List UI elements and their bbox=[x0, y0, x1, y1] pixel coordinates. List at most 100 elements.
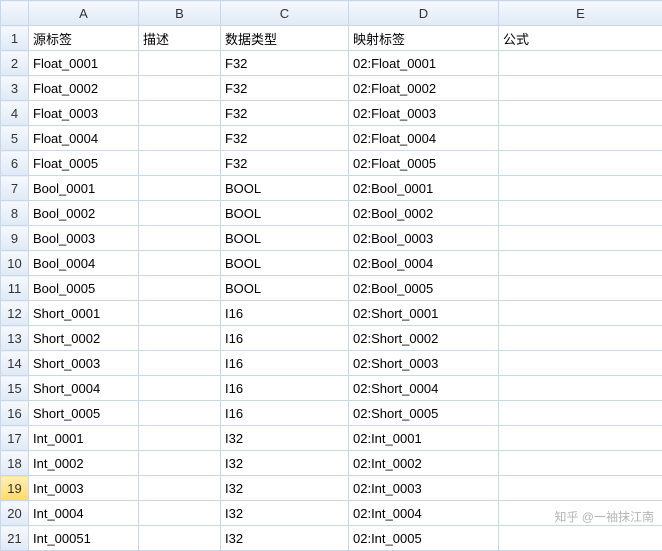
row-header[interactable]: 18 bbox=[1, 451, 29, 476]
cell-C[interactable]: I32 bbox=[221, 476, 349, 501]
cell-E[interactable] bbox=[499, 126, 662, 151]
cell-D[interactable]: 02:Short_0003 bbox=[349, 351, 499, 376]
cell-D[interactable]: 02:Short_0005 bbox=[349, 401, 499, 426]
cell-D[interactable]: 02:Short_0004 bbox=[349, 376, 499, 401]
cell-B[interactable] bbox=[139, 451, 221, 476]
cell-D[interactable]: 02:Int_0001 bbox=[349, 426, 499, 451]
row-header[interactable]: 16 bbox=[1, 401, 29, 426]
cell-E[interactable] bbox=[499, 76, 662, 101]
cell-D[interactable]: 02:Bool_0001 bbox=[349, 176, 499, 201]
cell-C[interactable]: BOOL bbox=[221, 176, 349, 201]
cell-D[interactable]: 02:Int_0005 bbox=[349, 526, 499, 551]
cell-C[interactable]: I16 bbox=[221, 326, 349, 351]
cell-E[interactable] bbox=[499, 101, 662, 126]
cell-E[interactable] bbox=[499, 176, 662, 201]
cell-B[interactable] bbox=[139, 476, 221, 501]
cell-B[interactable] bbox=[139, 526, 221, 551]
spreadsheet-grid[interactable]: A B C D E 1源标签描述数据类型映射标签公式2Float_0001F32… bbox=[0, 0, 662, 551]
cell-C[interactable]: BOOL bbox=[221, 226, 349, 251]
cell-A[interactable]: Short_0003 bbox=[29, 351, 139, 376]
cell-A[interactable]: Bool_0003 bbox=[29, 226, 139, 251]
row-header[interactable]: 19 bbox=[1, 476, 29, 501]
cell-C[interactable]: I32 bbox=[221, 526, 349, 551]
cell-A[interactable]: Short_0004 bbox=[29, 376, 139, 401]
cell-A[interactable]: Bool_0005 bbox=[29, 276, 139, 301]
cell-C[interactable]: BOOL bbox=[221, 276, 349, 301]
cell-E[interactable] bbox=[499, 401, 662, 426]
cell-E[interactable]: 公式 bbox=[499, 26, 662, 51]
cell-E[interactable] bbox=[499, 476, 662, 501]
cell-E[interactable] bbox=[499, 501, 662, 526]
cell-C[interactable]: I16 bbox=[221, 301, 349, 326]
cell-C[interactable]: F32 bbox=[221, 101, 349, 126]
cell-B[interactable] bbox=[139, 151, 221, 176]
row-header[interactable]: 13 bbox=[1, 326, 29, 351]
cell-D[interactable]: 02:Int_0002 bbox=[349, 451, 499, 476]
cell-A[interactable]: Float_0004 bbox=[29, 126, 139, 151]
cell-D[interactable]: 02:Float_0004 bbox=[349, 126, 499, 151]
cell-A[interactable]: Float_0003 bbox=[29, 101, 139, 126]
row-header[interactable]: 15 bbox=[1, 376, 29, 401]
cell-D[interactable]: 02:Short_0001 bbox=[349, 301, 499, 326]
cell-D[interactable]: 02:Bool_0003 bbox=[349, 226, 499, 251]
row-header[interactable]: 11 bbox=[1, 276, 29, 301]
cell-D[interactable]: 映射标签 bbox=[349, 26, 499, 51]
cell-C[interactable]: F32 bbox=[221, 151, 349, 176]
cell-B[interactable] bbox=[139, 426, 221, 451]
row-header[interactable]: 5 bbox=[1, 126, 29, 151]
row-header[interactable]: 2 bbox=[1, 51, 29, 76]
cell-B[interactable] bbox=[139, 76, 221, 101]
cell-C[interactable]: I16 bbox=[221, 401, 349, 426]
cell-E[interactable] bbox=[499, 226, 662, 251]
column-header-E[interactable]: E bbox=[499, 1, 662, 26]
column-header-A[interactable]: A bbox=[29, 1, 139, 26]
cell-E[interactable] bbox=[499, 326, 662, 351]
row-header[interactable]: 7 bbox=[1, 176, 29, 201]
cell-C[interactable]: BOOL bbox=[221, 251, 349, 276]
cell-A[interactable]: Float_0005 bbox=[29, 151, 139, 176]
row-header[interactable]: 3 bbox=[1, 76, 29, 101]
cell-B[interactable] bbox=[139, 401, 221, 426]
cell-D[interactable]: 02:Bool_0005 bbox=[349, 276, 499, 301]
cell-D[interactable]: 02:Float_0003 bbox=[349, 101, 499, 126]
cell-C[interactable]: F32 bbox=[221, 51, 349, 76]
row-header[interactable]: 17 bbox=[1, 426, 29, 451]
cell-B[interactable] bbox=[139, 226, 221, 251]
cell-E[interactable] bbox=[499, 351, 662, 376]
column-header-C[interactable]: C bbox=[221, 1, 349, 26]
cell-E[interactable] bbox=[499, 451, 662, 476]
cell-C[interactable]: I32 bbox=[221, 501, 349, 526]
cell-A[interactable]: Float_0001 bbox=[29, 51, 139, 76]
row-header[interactable]: 14 bbox=[1, 351, 29, 376]
cell-B[interactable] bbox=[139, 101, 221, 126]
cell-C[interactable]: I16 bbox=[221, 376, 349, 401]
cell-C[interactable]: F32 bbox=[221, 126, 349, 151]
cell-A[interactable]: Bool_0001 bbox=[29, 176, 139, 201]
cell-A[interactable]: 源标签 bbox=[29, 26, 139, 51]
cell-E[interactable] bbox=[499, 376, 662, 401]
cell-C[interactable]: BOOL bbox=[221, 201, 349, 226]
cell-D[interactable]: 02:Short_0002 bbox=[349, 326, 499, 351]
cell-D[interactable]: 02:Int_0003 bbox=[349, 476, 499, 501]
cell-B[interactable] bbox=[139, 276, 221, 301]
cell-D[interactable]: 02:Float_0005 bbox=[349, 151, 499, 176]
row-header[interactable]: 12 bbox=[1, 301, 29, 326]
cell-A[interactable]: Int_0002 bbox=[29, 451, 139, 476]
column-header-B[interactable]: B bbox=[139, 1, 221, 26]
cell-B[interactable] bbox=[139, 351, 221, 376]
cell-E[interactable] bbox=[499, 301, 662, 326]
cell-C[interactable]: 数据类型 bbox=[221, 26, 349, 51]
column-header-D[interactable]: D bbox=[349, 1, 499, 26]
cell-A[interactable]: Bool_0004 bbox=[29, 251, 139, 276]
cell-B[interactable] bbox=[139, 301, 221, 326]
cell-B[interactable] bbox=[139, 326, 221, 351]
cell-B[interactable] bbox=[139, 501, 221, 526]
row-header[interactable]: 20 bbox=[1, 501, 29, 526]
cell-B[interactable] bbox=[139, 51, 221, 76]
cell-E[interactable] bbox=[499, 201, 662, 226]
row-header[interactable]: 6 bbox=[1, 151, 29, 176]
cell-B[interactable]: 描述 bbox=[139, 26, 221, 51]
cell-E[interactable] bbox=[499, 276, 662, 301]
cell-B[interactable] bbox=[139, 376, 221, 401]
cell-A[interactable]: Int_0003 bbox=[29, 476, 139, 501]
